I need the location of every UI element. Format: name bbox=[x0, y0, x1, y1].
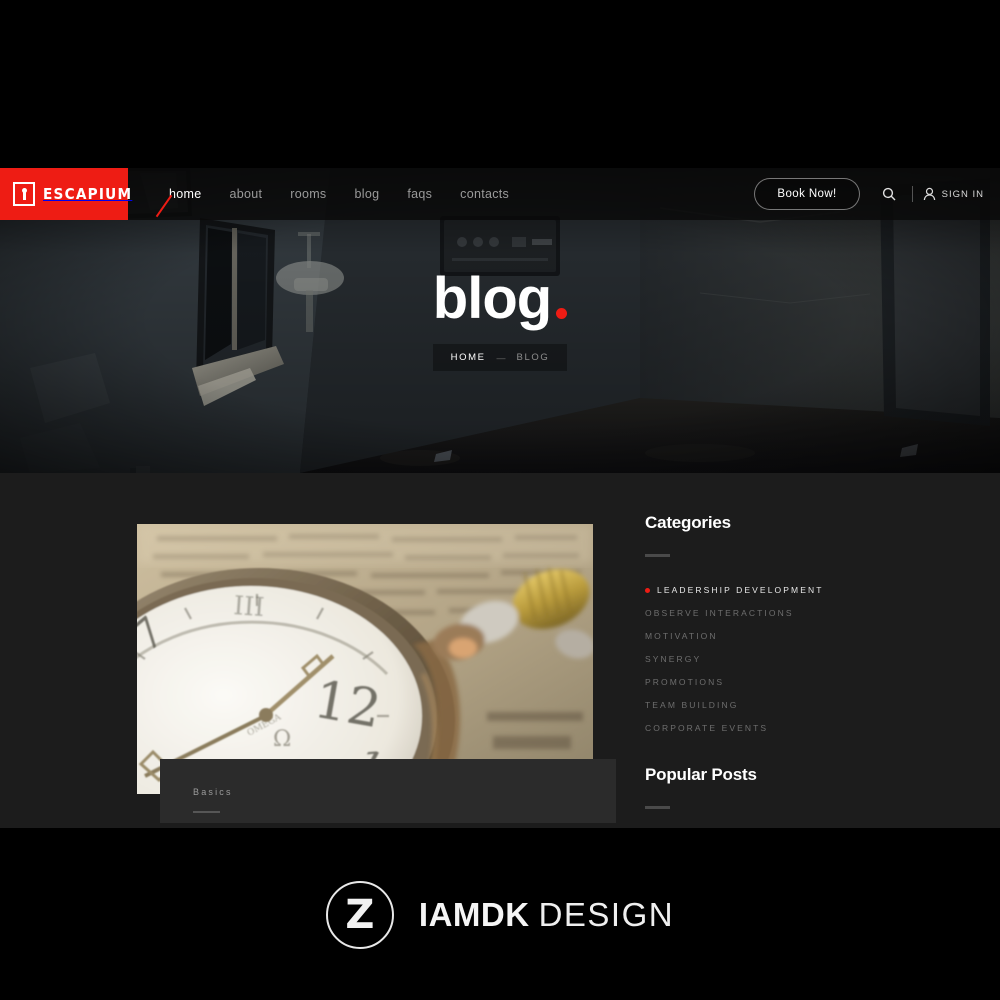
blog-post-card[interactable]: 12 1 7 III Ω OMEGA bbox=[137, 524, 616, 823]
sign-in-button[interactable]: SIGN IN bbox=[923, 187, 984, 201]
categories-list: LEADERSHIP DEVELOPMENT OBSERVE INTERACTI… bbox=[645, 578, 905, 739]
accent-dot-icon bbox=[556, 308, 568, 319]
site-header: ESCAPIUM home about rooms blog faqs cont… bbox=[0, 168, 1000, 220]
watermark-mark: Z bbox=[345, 892, 375, 938]
post-card-divider bbox=[193, 811, 220, 813]
svg-text:III: III bbox=[233, 591, 266, 623]
screenshot-viewport: blog HOME — BLOG ESCAPIUM home about roo… bbox=[0, 0, 1000, 1000]
search-icon[interactable] bbox=[876, 181, 902, 207]
sidebar: Categories LEADERSHIP DEVELOPMENT OBSERV… bbox=[645, 513, 905, 809]
svg-text:12: 12 bbox=[310, 670, 386, 741]
nav-item-home-label: home bbox=[169, 187, 202, 201]
logo-text: ESCAPIUM bbox=[43, 185, 133, 203]
category-item-motivation[interactable]: MOTIVATION bbox=[645, 624, 905, 647]
active-bullet-icon bbox=[645, 588, 650, 593]
nav-item-home[interactable]: home bbox=[155, 187, 215, 218]
post-meta-card: Basics bbox=[160, 759, 616, 823]
nav-item-faqs[interactable]: faqs bbox=[393, 187, 446, 201]
category-item-leadership-development[interactable]: LEADERSHIP DEVELOPMENT bbox=[645, 578, 905, 601]
breadcrumb-item-blog[interactable]: BLOG bbox=[517, 352, 550, 363]
header-divider bbox=[911, 186, 913, 202]
active-slash-icon bbox=[155, 194, 173, 218]
book-now-button[interactable]: Book Now! bbox=[754, 178, 860, 210]
iamdk-logo-icon: Z bbox=[325, 881, 394, 949]
popular-posts-divider bbox=[645, 806, 670, 809]
nav-item-about[interactable]: about bbox=[215, 187, 276, 201]
popular-posts-heading: Popular Posts bbox=[645, 765, 757, 784]
nav-item-contacts[interactable]: contacts bbox=[446, 187, 523, 201]
post-category[interactable]: Basics bbox=[193, 787, 616, 797]
main-navigation: home about rooms blog faqs contacts bbox=[155, 168, 523, 220]
watermark: Z IAMDK DESIGN bbox=[0, 870, 1000, 960]
webpage: blog HOME — BLOG ESCAPIUM home about roo… bbox=[0, 168, 1000, 828]
categories-divider bbox=[645, 554, 670, 557]
site-logo[interactable]: ESCAPIUM bbox=[0, 168, 131, 220]
categories-heading: Categories bbox=[645, 513, 731, 532]
watermark-text: IAMDK DESIGN bbox=[419, 896, 674, 934]
watermark-name: IAMDK bbox=[418, 896, 530, 933]
breadcrumb: HOME — BLOG bbox=[432, 344, 568, 371]
category-item-promotions[interactable]: PROMOTIONS bbox=[645, 670, 905, 693]
category-item-corporate-events[interactable]: CORPORATE EVENTS bbox=[645, 716, 905, 739]
nav-item-blog[interactable]: blog bbox=[340, 187, 393, 201]
keyhole-icon bbox=[13, 182, 35, 206]
sign-in-label: SIGN IN bbox=[941, 188, 984, 200]
category-label: LEADERSHIP DEVELOPMENT bbox=[657, 584, 824, 595]
header-actions: Book Now! SIGN IN bbox=[754, 168, 984, 220]
breadcrumb-separator: — bbox=[496, 352, 506, 363]
breadcrumb-item-home[interactable]: HOME bbox=[451, 352, 486, 363]
popular-posts-section: Popular Posts bbox=[645, 765, 905, 809]
nav-item-rooms[interactable]: rooms bbox=[276, 187, 340, 201]
hero-title-wrap: blog bbox=[432, 266, 568, 331]
category-item-team-building[interactable]: TEAM BUILDING bbox=[645, 693, 905, 716]
watermark-suffix: DESIGN bbox=[538, 896, 675, 933]
category-item-observe-interactions[interactable]: OBSERVE INTERACTIONS bbox=[645, 601, 905, 624]
post-featured-image: 12 1 7 III Ω OMEGA bbox=[137, 524, 593, 794]
main-content: 12 1 7 III Ω OMEGA bbox=[0, 473, 1000, 828]
user-icon bbox=[923, 187, 935, 201]
category-item-synergy[interactable]: SYNERGY bbox=[645, 647, 905, 670]
page-title: blog bbox=[432, 266, 552, 331]
svg-text:Ω: Ω bbox=[273, 727, 291, 752]
